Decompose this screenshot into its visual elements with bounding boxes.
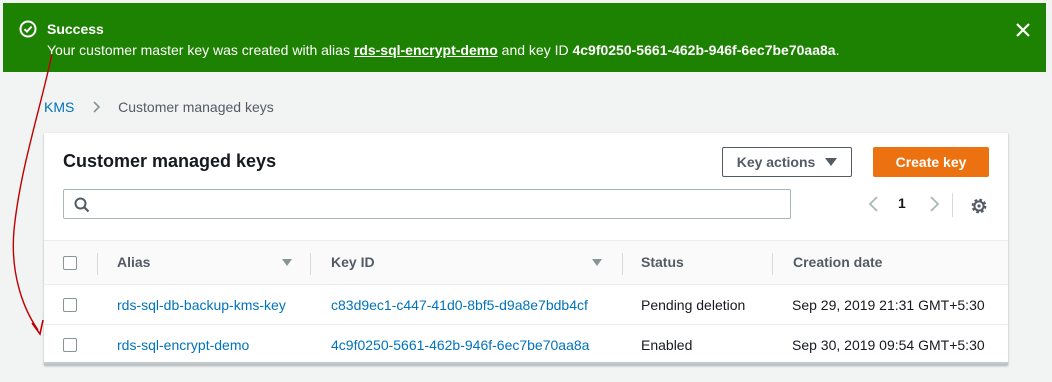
chevron-right-icon: [93, 101, 101, 113]
banner-title: Success: [47, 21, 104, 37]
keys-panel: Customer managed keys Key actions Create…: [44, 133, 1008, 365]
column-separator: [622, 253, 623, 275]
breadcrumb: KMS Customer managed keys: [44, 99, 274, 115]
divider: [952, 193, 953, 217]
column-separator: [97, 253, 98, 275]
key-id-link[interactable]: 4c9f0250-5661-462b-946f-6ec7be70aa8a: [331, 337, 589, 353]
banner-message: Your customer master key was created wit…: [47, 42, 839, 58]
caret-down-icon: [825, 158, 838, 166]
alias-link[interactable]: rds-sql-encrypt-demo: [117, 337, 249, 353]
key-id-link[interactable]: c83d9ec1-c447-41d0-8bf5-d9a8e7bdb4cf: [331, 297, 588, 313]
banner-message-suffix: .: [835, 42, 840, 58]
column-header-creation-date[interactable]: Creation date: [793, 254, 882, 270]
panel-bottom-border: [44, 362, 1008, 365]
panel-title: Customer managed keys: [63, 151, 277, 171]
search-icon: [74, 197, 90, 213]
chevron-right-icon[interactable]: [924, 194, 944, 214]
banner-message-middle: and key ID: [497, 42, 573, 58]
banner-key-id: 4c9f0250-5661-462b-946f-6ec7be70aa8a: [572, 42, 836, 58]
breadcrumb-current: Customer managed keys: [118, 99, 274, 115]
success-banner: Success Your customer master key was cre…: [3, 3, 1046, 72]
gear-icon[interactable]: [969, 196, 989, 216]
column-header-alias[interactable]: Alias: [117, 254, 150, 270]
creation-date: Sep 30, 2019 09:54 GMT+5:30: [792, 337, 985, 353]
table-row: rds-sql-encrypt-demo 4c9f0250-5661-462b-…: [44, 325, 1008, 365]
row-checkbox[interactable]: [63, 298, 77, 312]
table-header: Alias Key ID Status Creation date: [44, 240, 1008, 285]
row-checkbox[interactable]: [63, 338, 77, 352]
search-box[interactable]: [63, 189, 791, 219]
column-header-key-id[interactable]: Key ID: [331, 254, 375, 270]
column-separator: [772, 253, 773, 275]
creation-date: Sep 29, 2019 21:31 GMT+5:30: [792, 297, 985, 313]
close-icon[interactable]: [1014, 21, 1032, 39]
banner-alias-link[interactable]: rds-sql-encrypt-demo: [354, 42, 498, 58]
pagination: 1: [864, 191, 950, 217]
select-all-checkbox[interactable]: [63, 256, 77, 270]
check-circle-icon: [19, 20, 37, 38]
key-actions-label: Key actions: [736, 154, 816, 170]
key-actions-button[interactable]: Key actions: [722, 147, 852, 177]
chevron-left-icon[interactable]: [864, 194, 884, 214]
sort-caret-icon[interactable]: [282, 259, 292, 266]
status-text: Pending deletion: [641, 297, 746, 313]
alias-link[interactable]: rds-sql-db-backup-kms-key: [117, 297, 286, 313]
create-key-button[interactable]: Create key: [873, 147, 989, 177]
status-text: Enabled: [641, 337, 693, 353]
search-input[interactable]: [100, 193, 784, 217]
current-page[interactable]: 1: [898, 195, 906, 211]
breadcrumb-kms[interactable]: KMS: [44, 99, 74, 115]
column-separator: [310, 253, 311, 275]
column-header-status[interactable]: Status: [641, 254, 684, 270]
sort-caret-icon[interactable]: [592, 259, 602, 266]
banner-message-prefix: Your customer master key was created wit…: [47, 42, 354, 58]
table-row: rds-sql-db-backup-kms-key c83d9ec1-c447-…: [44, 285, 1008, 325]
